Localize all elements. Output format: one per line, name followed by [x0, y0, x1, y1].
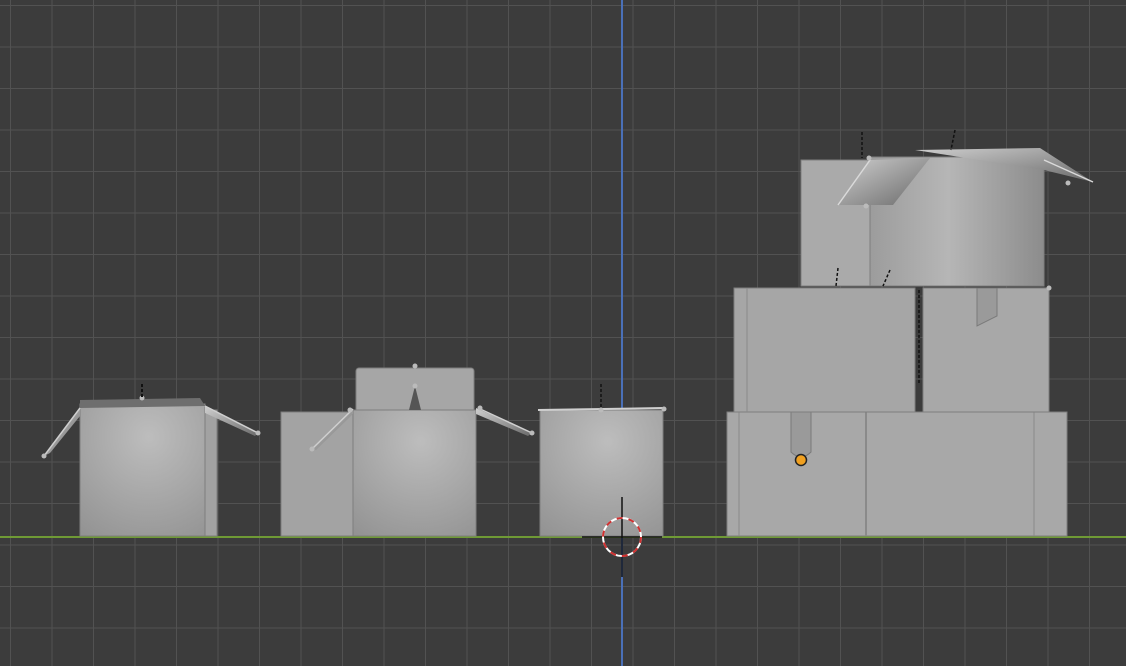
box-stack[interactable]: [726, 129, 1094, 537]
3d-viewport[interactable]: [0, 0, 1126, 666]
scene-canvas[interactable]: [0, 0, 1126, 666]
object-origin-dot[interactable]: [794, 453, 808, 467]
box-open-wide[interactable]: [280, 363, 535, 537]
box-open-small[interactable]: [41, 384, 261, 537]
box-closed[interactable]: [537, 384, 667, 537]
